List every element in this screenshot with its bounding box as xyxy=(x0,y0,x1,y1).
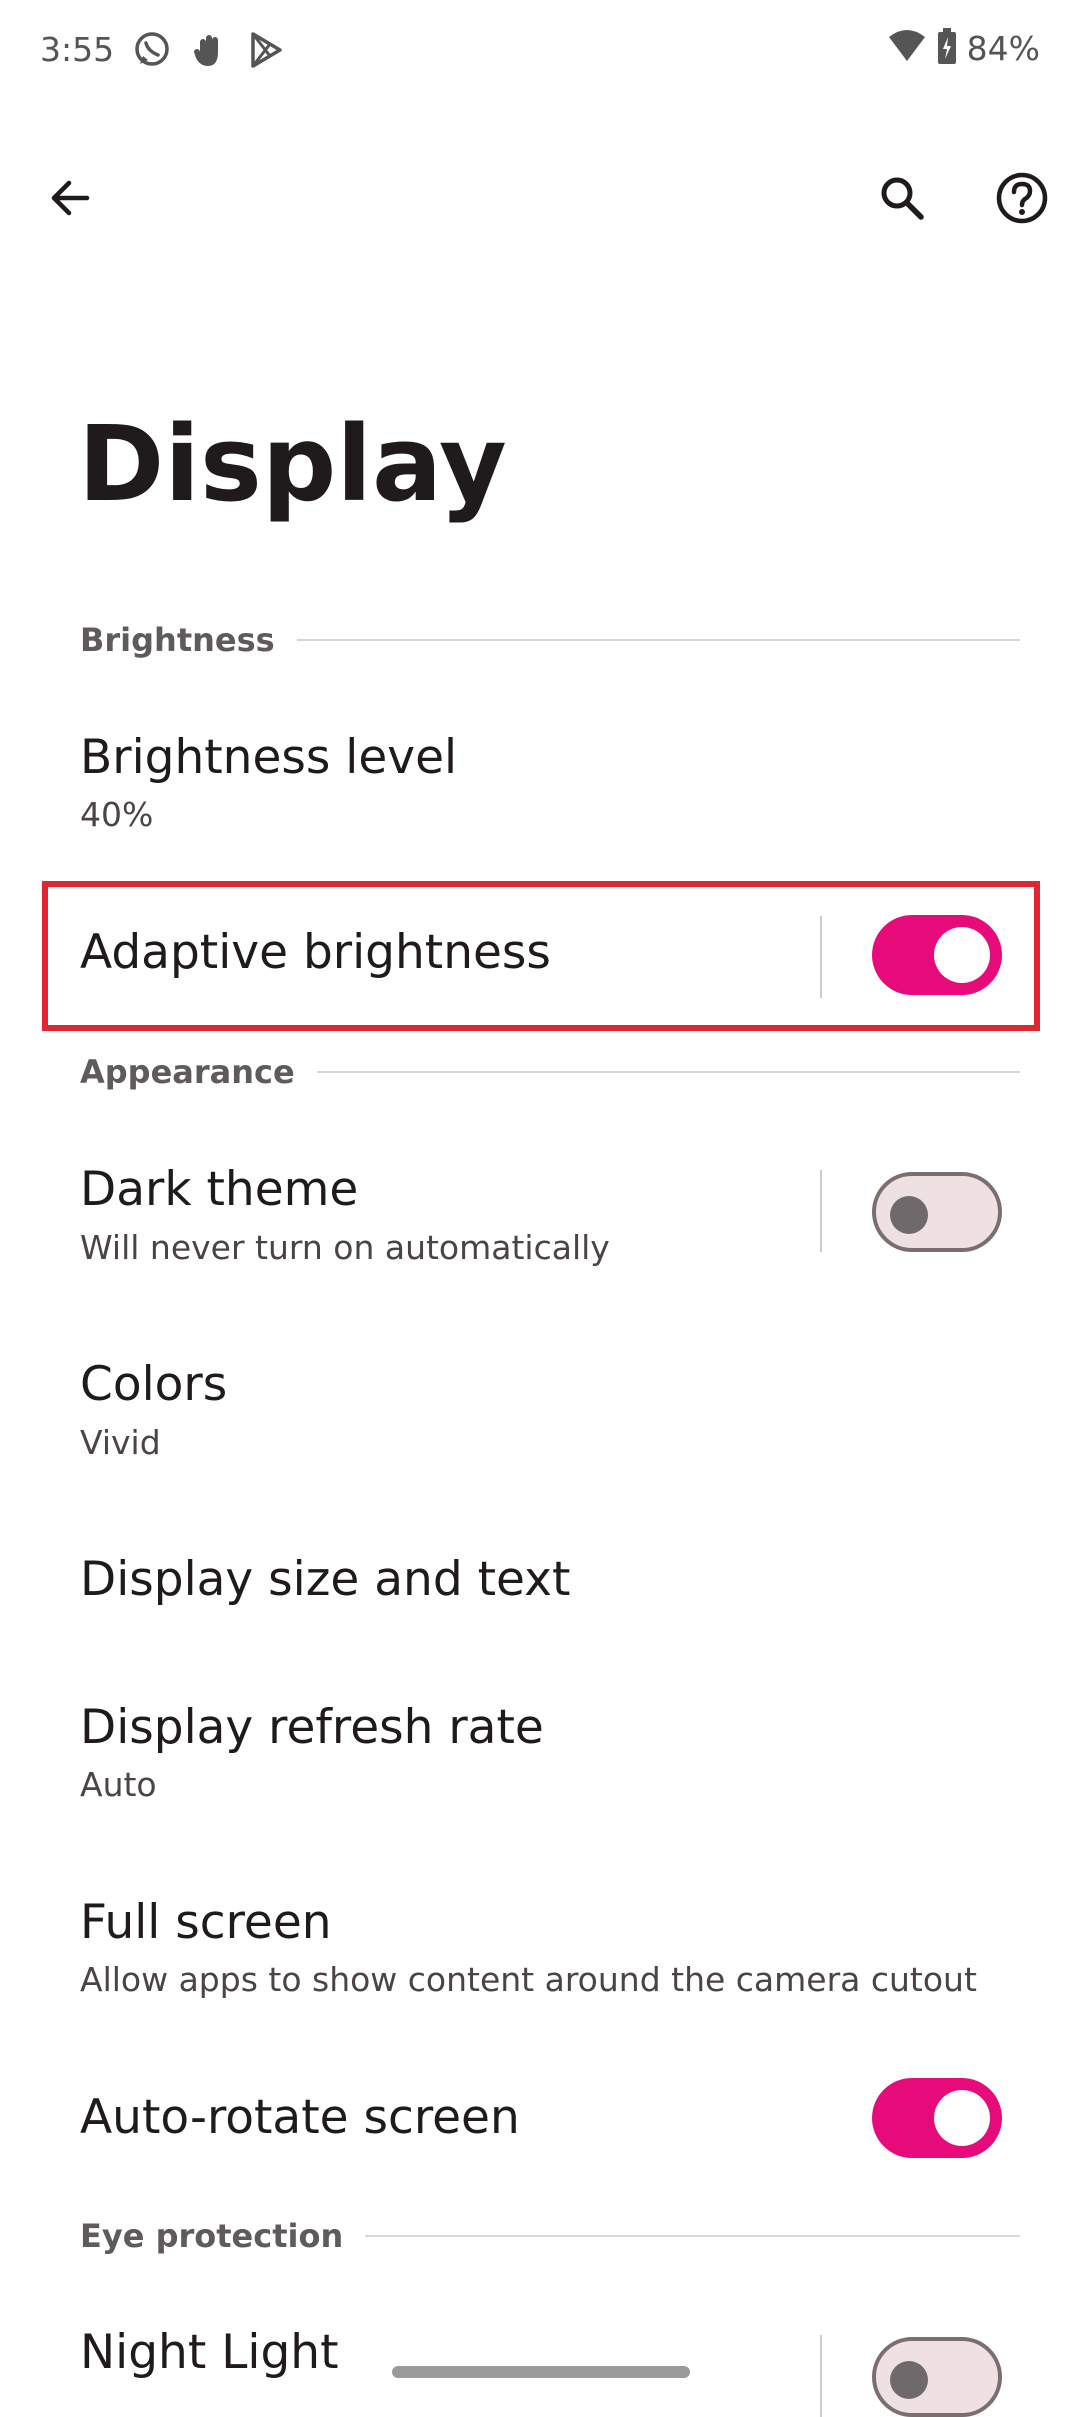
auto-rotate-switch[interactable] xyxy=(872,2078,1002,2158)
back-button[interactable] xyxy=(30,160,110,240)
item-divider xyxy=(820,1170,822,1252)
hand-icon xyxy=(192,30,228,70)
item-title: Night Light xyxy=(80,2325,339,2380)
system-status: 84% xyxy=(887,28,1040,68)
page-title: Display xyxy=(78,403,507,525)
item-title: Dark theme xyxy=(80,1162,359,1217)
highlight-box xyxy=(42,881,1040,1031)
play-store-icon xyxy=(248,30,284,70)
section-divider xyxy=(296,639,1020,641)
item-summary: Will never turn on automatically xyxy=(80,1228,610,1267)
section-label: Brightness xyxy=(80,621,275,659)
status-time: 3:55 xyxy=(40,30,115,69)
item-title: Auto-rotate screen xyxy=(80,2090,520,2145)
item-summary: Allow apps to show content around the ca… xyxy=(80,1960,977,1999)
item-divider xyxy=(820,2335,822,2417)
section-header-brightness: Brightness xyxy=(80,620,1020,660)
item-summary: Vivid xyxy=(80,1423,161,1462)
wifi-icon xyxy=(887,29,927,67)
item-title: Display size and text xyxy=(80,1552,571,1607)
battery-charging-icon xyxy=(937,28,957,68)
help-button[interactable] xyxy=(982,160,1062,240)
section-label: Appearance xyxy=(80,1053,295,1091)
section-label: Eye protection xyxy=(80,2217,344,2255)
night-light-switch[interactable] xyxy=(872,2337,1002,2417)
notification-icons xyxy=(132,30,284,70)
whatsapp-icon xyxy=(132,30,172,70)
item-summary: 40% xyxy=(80,795,154,834)
arrow-back-icon xyxy=(47,175,93,225)
switch-knob xyxy=(934,2090,990,2146)
item-title: Brightness level xyxy=(80,730,458,785)
battery-percentage: 84% xyxy=(966,28,1040,68)
item-summary: Auto xyxy=(80,1765,157,1804)
item-title: Display refresh rate xyxy=(80,1700,544,1755)
search-icon xyxy=(877,173,927,227)
help-icon xyxy=(995,171,1049,229)
switch-knob xyxy=(890,1196,928,1234)
section-header-eye-protection: Eye protection xyxy=(80,2216,1020,2256)
item-title: Colors xyxy=(80,1357,228,1412)
section-divider xyxy=(316,1071,1020,1073)
home-indicator[interactable] xyxy=(392,2366,690,2378)
dark-theme-switch[interactable] xyxy=(872,1172,1002,1252)
switch-knob xyxy=(890,2361,928,2399)
section-divider xyxy=(365,2235,1020,2237)
section-header-appearance: Appearance xyxy=(80,1052,1020,1092)
item-title: Full screen xyxy=(80,1895,332,1950)
search-button[interactable] xyxy=(862,160,942,240)
